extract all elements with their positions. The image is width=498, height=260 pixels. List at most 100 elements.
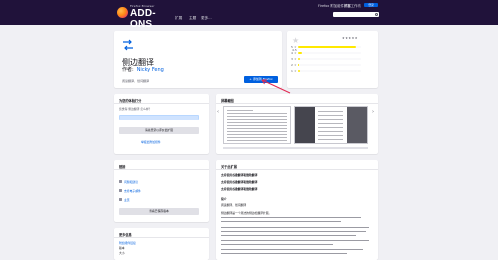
- version-label: 版本: [119, 246, 125, 250]
- about-card: 关于此扩展 支持使用谷歌翻译和微软翻译 支持使用谷歌翻译和微软翻译 支持使用谷歌…: [216, 160, 378, 260]
- rating-row-number: 1: [291, 69, 293, 73]
- home-icon: [119, 198, 122, 201]
- about-line: 支持使用谷歌翻译和微软翻译: [221, 180, 258, 184]
- rating-row-number: 3: [291, 57, 293, 61]
- more-info-card: 更多信息 附加组件链接 版本 大小: [114, 228, 209, 260]
- text-line: [227, 137, 287, 138]
- text-line: [318, 119, 343, 120]
- rating-row-2[interactable]: 2 ★: [291, 63, 365, 67]
- brand-logo[interactable]: Firefox Browser ADD-ONS: [117, 4, 165, 30]
- star-icon: ★: [294, 63, 297, 67]
- rating-bar-fill: [298, 46, 356, 48]
- rating-star-icon: ★: [292, 36, 300, 45]
- chevron-left-icon[interactable]: ‹: [217, 110, 221, 115]
- links-card: 链接 问题和建议 支持电子邮件 主页 查看已保存版本: [114, 160, 209, 222]
- text-placeholder: [221, 244, 333, 245]
- about-line: 侧边翻译是一个简洁的侧边栏翻译扩展。: [221, 211, 272, 215]
- about-line: 简介: [221, 197, 227, 201]
- rate-experience-card: 为您的体验打分 您觉得 侧边翻译 怎么样？ 请先登录以评价此扩展 举报此附加组件: [114, 94, 209, 154]
- rate-stars-bar: [120, 116, 198, 120]
- chevron-right-icon[interactable]: ›: [372, 110, 376, 115]
- install-label: 添加到 Firefox: [252, 77, 273, 81]
- rating-row-1[interactable]: 1 ★: [291, 69, 365, 73]
- addon-info-card: 侧边翻译 作者: Nicky Feng 阅读翻译、划词翻译 +添加到 Firefo…: [114, 31, 282, 88]
- text-line: [227, 128, 287, 129]
- rating-row-number: 4: [291, 51, 293, 55]
- nav-extensions[interactable]: 扩展: [175, 16, 182, 21]
- rate-stars-widget[interactable]: [119, 115, 199, 120]
- question-icon: [119, 180, 122, 183]
- nav-themes[interactable]: 主题: [189, 16, 196, 21]
- rating-row-3[interactable]: 3 ★: [291, 57, 365, 61]
- rating-bar-fill: [298, 64, 299, 66]
- rating-bar-fill: [298, 52, 303, 54]
- divider: [114, 169, 209, 170]
- rating-bar: [298, 52, 361, 54]
- text-line: [227, 119, 287, 120]
- rating-row-4[interactable]: 4 ★: [291, 51, 365, 55]
- about-line: 阅读翻译、划词翻译: [221, 203, 247, 207]
- dark-panel: [347, 107, 367, 143]
- login-to-rate-button[interactable]: 请先登录以评价此扩展: [119, 127, 199, 134]
- translate-arrows-icon: [123, 39, 133, 51]
- add-to-firefox-button[interactable]: +添加到 Firefox: [244, 76, 278, 83]
- text-line: [227, 116, 287, 117]
- rating-row-number: 5: [291, 45, 293, 49]
- screenshot-scrollbar[interactable]: [223, 147, 368, 149]
- star-icon: ★: [294, 69, 297, 73]
- rating-stars-display: ★★★★★: [342, 36, 358, 40]
- about-line: 支持使用谷歌翻译和微软翻译: [221, 173, 258, 177]
- text-line: [227, 125, 287, 126]
- rating-row-5[interactable]: 5 ★: [291, 45, 365, 49]
- star-icon: ★: [294, 51, 297, 55]
- author-link[interactable]: Nicky Feng: [137, 67, 164, 73]
- text-placeholder: [221, 221, 341, 222]
- support-link[interactable]: 问题和建议: [124, 180, 138, 184]
- firefox-logo-icon: [117, 7, 128, 18]
- text-placeholder: [221, 227, 369, 228]
- text-placeholder: [221, 249, 363, 250]
- site-header: Firefox Browser ADD-ONS 扩展 主题 更多… Firefo…: [0, 0, 498, 30]
- text-line: [227, 134, 287, 135]
- dark-sidebar: [295, 107, 315, 143]
- text-line: [318, 111, 343, 112]
- header-workshop-link[interactable]: 扩展工作坊: [344, 3, 361, 8]
- rating-bar-fill: [298, 58, 300, 60]
- text-line: [318, 135, 343, 136]
- mail-icon: [119, 189, 122, 192]
- addon-link[interactable]: 附加组件链接: [119, 241, 136, 245]
- rating-bar: [298, 58, 361, 60]
- login-button[interactable]: 登录: [364, 3, 378, 7]
- text-line: [227, 131, 287, 132]
- screenshot-2[interactable]: [294, 106, 368, 144]
- rating-bar: [298, 46, 361, 48]
- text-placeholder: [221, 253, 347, 254]
- rating-bar: [298, 70, 361, 72]
- divider: [114, 237, 209, 238]
- star-icon: ★: [294, 45, 297, 49]
- brand-big-text: ADD-ONS: [130, 8, 156, 30]
- view-saved-button[interactable]: 查看已保存版本: [119, 208, 199, 215]
- text-line: [227, 110, 253, 111]
- rate-prompt: 您觉得 侧边翻译 怎么样？: [119, 107, 152, 111]
- text-line: [227, 122, 287, 123]
- email-link[interactable]: 支持电子邮件: [124, 189, 141, 193]
- rating-row-number: 2: [291, 63, 293, 67]
- text-placeholder: [221, 231, 366, 232]
- report-addon-link[interactable]: 举报此附加组件: [141, 140, 161, 144]
- search-input[interactable]: [333, 12, 379, 17]
- plus-icon: +: [249, 77, 252, 81]
- screenshot-1[interactable]: [223, 106, 291, 144]
- homepage-link[interactable]: 主页: [124, 198, 130, 202]
- text-line: [227, 113, 287, 114]
- text-line: [318, 139, 343, 140]
- nav-more[interactable]: 更多…: [201, 16, 212, 21]
- text-line: [318, 123, 343, 124]
- text-line: [227, 140, 287, 141]
- text-placeholder: [221, 240, 369, 241]
- ratings-card: ★ 4.5 ★★★★★ 5 ★ 4 ★ 3 ★ 2 ★ 1 ★: [287, 31, 378, 88]
- rating-bar: [298, 64, 361, 66]
- star-icon: ★: [294, 57, 297, 61]
- addon-author: 作者: Nicky Feng: [122, 66, 164, 73]
- text-placeholder: [221, 217, 361, 218]
